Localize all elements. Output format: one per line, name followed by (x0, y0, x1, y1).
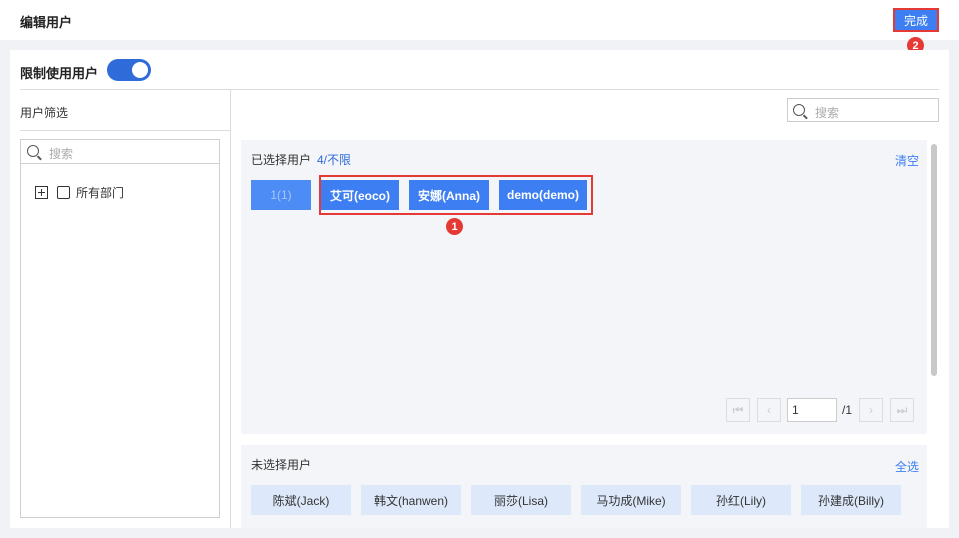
step-badge-1: 1 (446, 218, 463, 235)
last-page-button[interactable]: ⏭ (890, 398, 914, 422)
top-bar: 编辑用户 完成 (0, 0, 959, 40)
restrict-users-toggle[interactable] (107, 59, 151, 81)
first-page-button[interactable]: ⏮ (726, 398, 750, 422)
department-tree-box: 搜索 所有部门 (20, 139, 220, 518)
selected-users-title: 已选择用户 (251, 153, 312, 167)
selected-user-chip[interactable]: 1(1) (251, 180, 311, 210)
user-filter-title: 用户筛选 (20, 106, 69, 120)
selected-users-count: 4/不限 (317, 153, 352, 167)
unselected-user-chip[interactable]: 丽莎(Lisa) (471, 485, 571, 515)
toggle-knob (132, 62, 148, 78)
selected-users-section: 已选择用户 4/不限 清空 1(1) 艾可(eoco) 安娜(Anna) dem… (241, 140, 927, 434)
selected-user-chip[interactable]: 艾可(eoco) (321, 180, 399, 210)
unselected-user-chip[interactable]: 孙红(Lily) (691, 485, 791, 515)
search-icon (27, 145, 39, 157)
expand-plus-icon[interactable] (35, 185, 48, 199)
search-placeholder: 搜索 (49, 147, 74, 161)
unselected-users-title: 未选择用户 (251, 458, 312, 472)
edit-users-panel: 限制使用用户 用户筛选 搜索 所有部门 搜索 已选择用户 4/不限 清空 1(1… (10, 50, 949, 528)
page-number-input[interactable]: 1 (787, 398, 837, 422)
department-search-input[interactable]: 搜索 (21, 140, 219, 164)
scrollbar[interactable] (931, 140, 937, 520)
unselected-user-chip[interactable]: 韩文(hanwen) (361, 485, 461, 515)
user-search-input[interactable]: 搜索 (787, 98, 939, 122)
divider (20, 130, 230, 131)
page-title: 编辑用户 (20, 15, 73, 30)
pane-divider (230, 90, 231, 528)
unselected-user-chip[interactable]: 孙建成(Billy) (801, 485, 901, 515)
restrict-users-label: 限制使用用户 (20, 66, 99, 81)
checkbox[interactable] (57, 185, 70, 199)
search-placeholder: 搜索 (815, 106, 840, 120)
tree-item-label: 所有部门 (76, 185, 125, 200)
user-filter-pane: 用户筛选 搜索 所有部门 (20, 90, 230, 528)
page-total: /1 (842, 403, 853, 417)
select-all-button[interactable]: 全选 (895, 458, 919, 475)
unselected-users-section: 未选择用户 全选 陈斌(Jack) 韩文(hanwen) 丽莎(Lisa) 马功… (241, 445, 927, 528)
tree-item-all-departments[interactable]: 所有部门 (35, 185, 125, 200)
next-page-button[interactable]: › (859, 398, 883, 422)
clear-button[interactable]: 清空 (895, 152, 919, 169)
search-icon (793, 104, 805, 116)
scroll-thumb[interactable] (931, 144, 937, 376)
done-button[interactable]: 完成 (893, 8, 939, 32)
unselected-user-chip[interactable]: 马功成(Mike) (581, 485, 681, 515)
unselected-user-chip[interactable]: 陈斌(Jack) (251, 485, 351, 515)
selected-user-chip[interactable]: 安娜(Anna) (409, 180, 489, 210)
selected-user-chip[interactable]: demo(demo) (499, 180, 587, 210)
prev-page-button[interactable]: ‹ (757, 398, 781, 422)
